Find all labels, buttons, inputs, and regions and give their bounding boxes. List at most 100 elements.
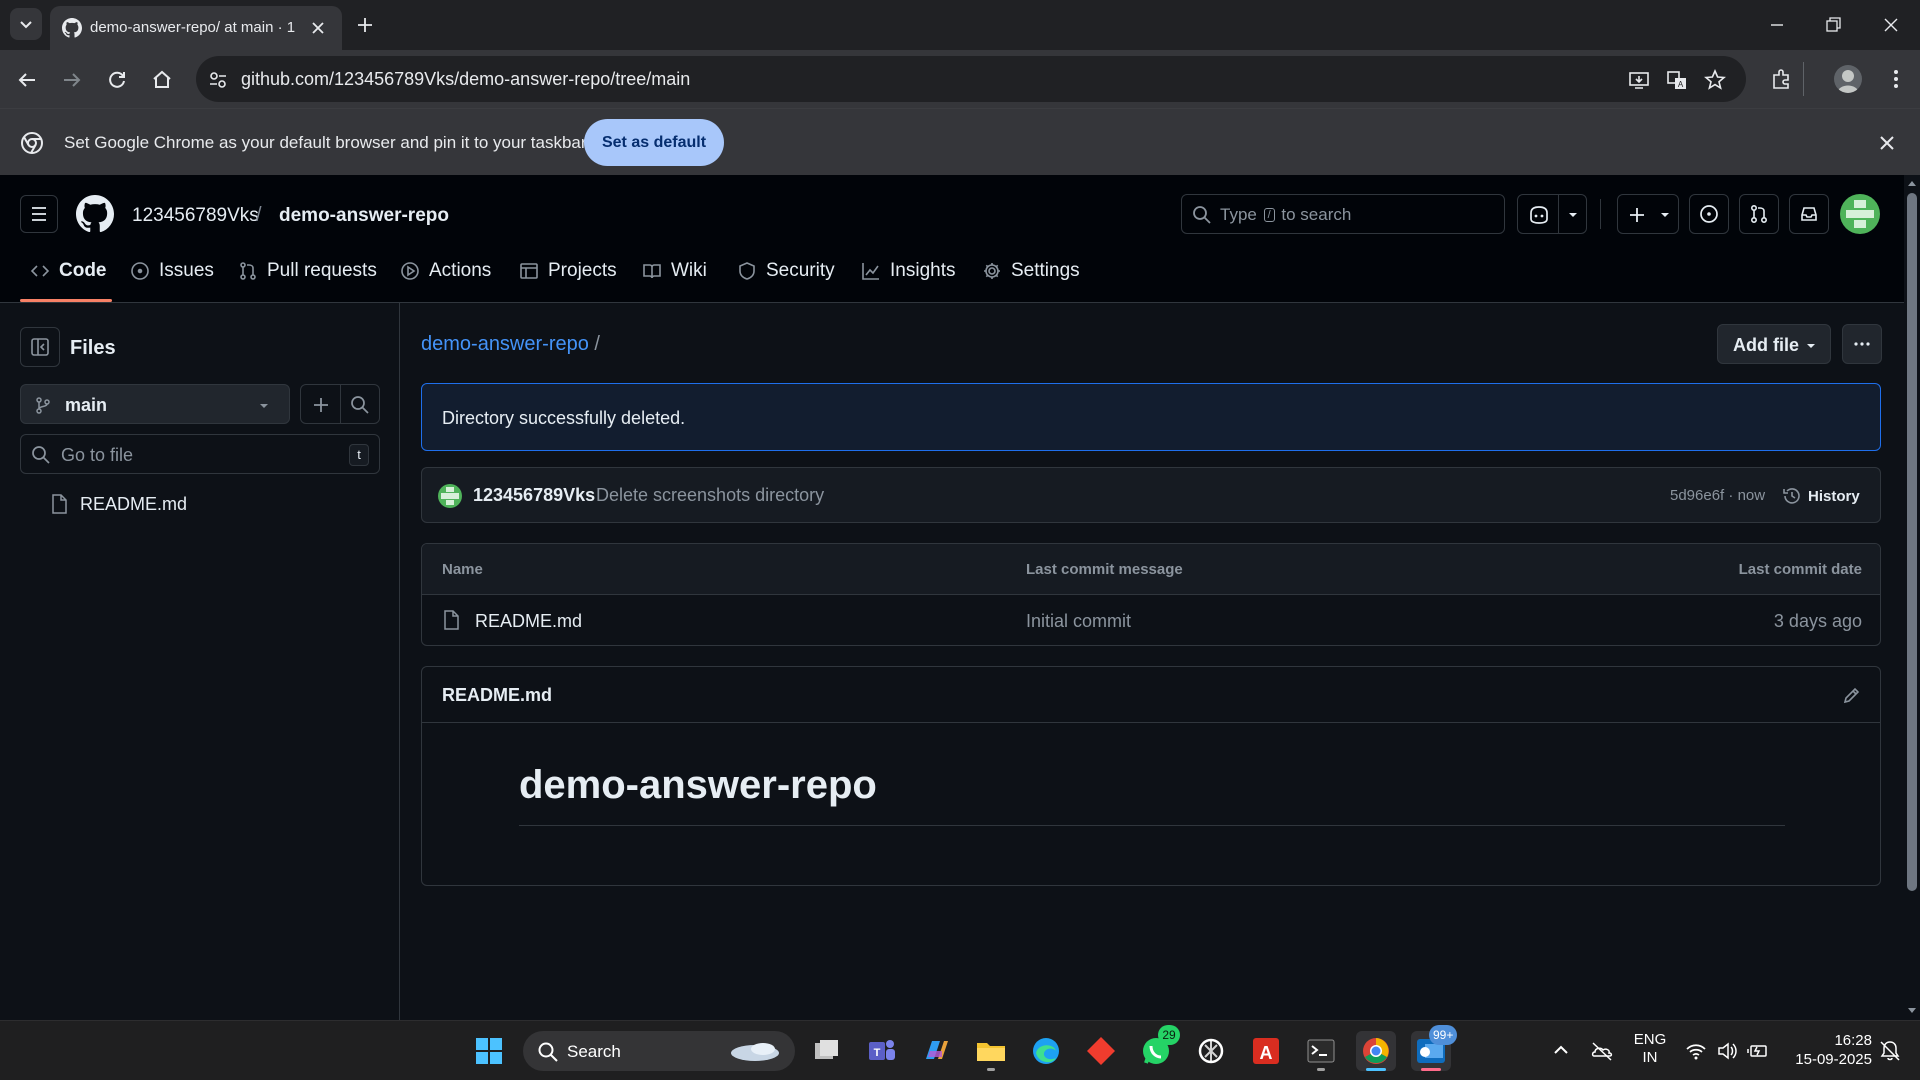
breadcrumb-repo-link[interactable]: demo-answer-repo [421, 333, 589, 355]
tab-pull-requests[interactable]: Pull requests [238, 247, 377, 295]
scroll-up-arrow-icon[interactable] [1907, 179, 1917, 187]
inbox-button[interactable] [1789, 194, 1829, 234]
branch-selector[interactable]: main [20, 384, 290, 424]
browser-tab-active[interactable]: demo-answer-repo/ at main · 1 [50, 6, 342, 50]
add-file-plus-icon[interactable] [311, 395, 331, 415]
tab-security[interactable]: Security [737, 247, 835, 295]
global-search-input[interactable]: Type / to search [1181, 194, 1505, 234]
search-files-icon[interactable] [350, 395, 370, 415]
terminal-app[interactable] [1301, 1031, 1341, 1071]
heading-rule [519, 825, 1785, 826]
clock-time: 16:28 [1834, 1032, 1872, 1049]
set-as-default-button[interactable]: Set as default [584, 119, 724, 166]
file-commit-message[interactable]: Initial commit [1026, 611, 1131, 632]
new-tab-icon[interactable] [356, 16, 374, 34]
book-icon [643, 264, 661, 279]
page-scrollbar[interactable] [1904, 175, 1920, 1020]
window-close-icon[interactable] [1882, 16, 1900, 34]
repo-name-link[interactable]: demo-answer-repo [279, 205, 449, 227]
commit-message[interactable]: Delete screenshots directory [596, 485, 824, 506]
table-icon [520, 263, 538, 279]
close-icon[interactable] [310, 20, 326, 36]
file-explorer-app[interactable] [971, 1031, 1011, 1071]
hamburger-icon [32, 207, 46, 221]
translate-icon[interactable]: A [1666, 69, 1688, 91]
file-name-link[interactable]: README.md [475, 611, 582, 632]
file-actions-group [300, 384, 380, 424]
tab-projects[interactable]: Projects [519, 247, 617, 295]
back-arrow-icon[interactable] [16, 69, 38, 91]
notification-bell-icon[interactable] [1878, 1039, 1902, 1063]
forward-arrow-icon[interactable] [61, 69, 83, 91]
global-menu-button[interactable] [20, 195, 58, 233]
wifi-icon[interactable] [1685, 1041, 1707, 1061]
chevron-up-icon[interactable] [1552, 1041, 1570, 1059]
tab-actions[interactable]: Actions [400, 247, 491, 295]
language-indicator[interactable]: ENG IN [1628, 1031, 1672, 1067]
diamond-app-icon [1087, 1037, 1115, 1065]
chatgpt-app[interactable] [1191, 1031, 1231, 1071]
history-link[interactable]: History [1782, 484, 1860, 508]
outlook-badge: 99+ [1429, 1025, 1458, 1045]
active-indicator [1366, 1068, 1386, 1071]
tab-wiki[interactable]: Wiki [642, 247, 707, 295]
teams-app[interactable]: T [861, 1031, 901, 1071]
tab-code[interactable]: Code [30, 247, 107, 295]
site-info-icon[interactable] [208, 70, 228, 90]
issues-button[interactable] [1689, 194, 1729, 234]
kebab-menu-icon[interactable] [1884, 67, 1908, 91]
minimize-icon[interactable] [1768, 16, 1786, 34]
main-content: demo-answer-repo / Add file Directory su… [421, 303, 1883, 1020]
start-button[interactable] [469, 1031, 509, 1071]
onedrive-offline-icon[interactable] [1590, 1040, 1614, 1062]
tab-search-button[interactable] [10, 8, 42, 40]
address-bar[interactable]: github.com/123456789Vks/demo-answer-repo… [196, 56, 1746, 102]
battery-charging-icon[interactable] [1746, 1041, 1768, 1061]
extensions-icon[interactable] [1770, 67, 1794, 91]
commit-author-avatar[interactable] [438, 484, 462, 508]
flash-message: Directory successfully deleted. [421, 383, 1881, 451]
table-row[interactable]: README.md Initial commit 3 days ago [422, 595, 1880, 645]
github-logo-icon[interactable] [76, 195, 114, 233]
more-options-button[interactable] [1842, 324, 1882, 364]
outlook-app[interactable]: 99+ [1411, 1025, 1458, 1071]
running-indicator [1317, 1068, 1325, 1071]
edge-app[interactable] [1026, 1031, 1066, 1071]
tab-issues[interactable]: Issues [130, 247, 214, 295]
column-header-date: Last commit date [1738, 561, 1862, 578]
tab-settings[interactable]: Settings [982, 247, 1080, 295]
commit-sha[interactable]: 5d96e6f [1670, 487, 1724, 504]
windows-taskbar: Search T 29 A 99+ ENG IN 16:28 15-09-202… [0, 1020, 1920, 1080]
chrome-app-active[interactable] [1356, 1031, 1396, 1071]
pull-requests-button[interactable] [1739, 194, 1779, 234]
repo-owner-link[interactable]: 123456789Vks [132, 205, 259, 227]
reload-icon[interactable] [106, 69, 128, 91]
whatsapp-app[interactable]: 29 [1136, 1025, 1180, 1071]
create-new-button[interactable] [1617, 194, 1679, 234]
collapse-sidebar-button[interactable] [20, 327, 60, 367]
scrollbar-thumb[interactable] [1907, 193, 1917, 891]
bookmark-star-icon[interactable] [1704, 69, 1726, 91]
commit-author[interactable]: 123456789Vks [473, 485, 595, 506]
scroll-down-arrow-icon[interactable] [1907, 1007, 1917, 1015]
install-app-icon[interactable] [1628, 69, 1650, 91]
user-avatar[interactable] [1840, 194, 1880, 234]
copilot-app[interactable] [916, 1031, 956, 1071]
volume-icon[interactable] [1716, 1041, 1738, 1061]
readme-filename[interactable]: README.md [442, 685, 552, 706]
restore-icon[interactable] [1824, 16, 1842, 34]
task-view-button[interactable] [806, 1031, 846, 1071]
clock[interactable]: 16:28 15-09-2025 [1782, 1031, 1872, 1069]
copilot-button[interactable] [1517, 194, 1587, 234]
acrobat-app[interactable]: A [1246, 1031, 1286, 1071]
taskbar-search[interactable]: Search [523, 1031, 795, 1071]
profile-avatar[interactable] [1834, 65, 1862, 93]
go-to-file-input[interactable]: Go to file t [20, 434, 380, 474]
infobar-close-icon[interactable] [1878, 134, 1896, 152]
tab-insights[interactable]: Insights [861, 247, 955, 295]
pencil-edit-icon[interactable] [1842, 685, 1862, 705]
home-icon[interactable] [151, 68, 173, 90]
red-diamond-app[interactable] [1081, 1031, 1121, 1071]
add-file-button[interactable]: Add file [1717, 324, 1831, 364]
tree-item-readme[interactable]: README.md [20, 484, 380, 524]
